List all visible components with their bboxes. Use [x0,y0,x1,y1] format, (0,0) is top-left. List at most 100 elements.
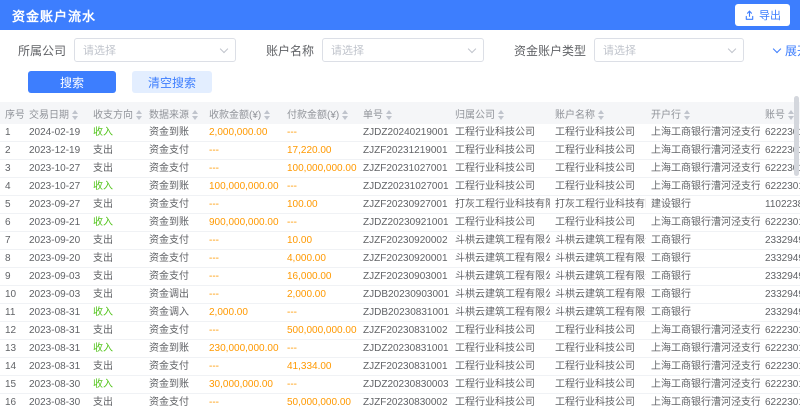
table-row[interactable]: 42023-10-27收入资金到账100,000,000.00---ZJDZ20… [0,178,800,196]
cell-company: 工程行业科技公司 [450,340,550,358]
cell-no: 2 [0,142,24,160]
cell-order_no: ZJZF20230920002 [358,232,450,250]
company-select[interactable]: 请选择 [74,38,236,62]
col-amount_out[interactable]: 付款金额(¥) [282,102,358,124]
cell-no: 10 [0,286,24,304]
cell-source: 资金到账 [144,376,204,394]
expand-filters-link[interactable]: 展开筛选 [774,42,800,59]
cell-order_no: ZJZF20231219001 [358,142,450,160]
cell-direction: 支出 [88,232,144,250]
col-company[interactable]: 归属公司 [450,102,550,124]
cell-company: 斗栱云建筑工程有限公司 [450,268,550,286]
account-type-select-placeholder: 请选择 [603,42,636,58]
table-row[interactable]: 52023-09-27支出资金支付---100.00ZJZF2023092700… [0,196,800,214]
cell-amount_out: 500,000,000.00 [282,322,358,340]
cell-order_no: ZJZF20230830002 [358,394,450,409]
cell-source: 资金到账 [144,178,204,196]
sort-icon[interactable] [192,110,198,120]
cell-direction: 支出 [88,142,144,160]
clear-search-button[interactable]: 清空搜索 [132,71,212,93]
topbar: 资金账户流水 导出 [0,0,800,30]
col-date[interactable]: 交易日期 [24,102,88,124]
col-account_name[interactable]: 账户名称 [550,102,646,124]
cell-amount_out: --- [282,178,358,196]
cell-order_no: ZJDZ20240219001 [358,124,450,142]
col-amount_in[interactable]: 收款金额(¥) [204,102,282,124]
company-filter-label: 所属公司 [18,42,66,59]
sort-icon[interactable] [598,110,604,120]
cell-amount_out: 4,000.00 [282,250,358,268]
cell-no: 9 [0,268,24,286]
table-row[interactable]: 122023-08-31支出资金支付---500,000,000.00ZJZF2… [0,322,800,340]
cell-amount_out: 10.00 [282,232,358,250]
table-row[interactable]: 32023-10-27支出资金支付---100,000,000.00ZJZF20… [0,160,800,178]
cell-account_name: 斗栱云建筑工程有限公司 [550,232,646,250]
cell-company: 斗栱云建筑工程有限公司 [450,304,550,322]
cell-amount_in: --- [204,196,282,214]
table-row[interactable]: 92023-09-03支出资金支付---16,000.00ZJZF2023090… [0,268,800,286]
cell-company: 工程行业科技公司 [450,358,550,376]
table-row[interactable]: 72023-09-20支出资金支付---10.00ZJZF20230920002… [0,232,800,250]
cell-date: 2023-08-31 [24,358,88,376]
cell-date: 2023-08-30 [24,376,88,394]
col-order_no[interactable]: 单号 [358,102,450,124]
account-type-filter-label: 资金账户类型 [514,42,586,59]
sort-icon[interactable] [386,110,392,120]
cell-order_no: ZJZF20231027001 [358,160,450,178]
account-select[interactable]: 请选择 [322,38,484,62]
account-type-select[interactable]: 请选择 [594,38,744,62]
cell-direction: 收入 [88,214,144,232]
cell-amount_in: --- [204,268,282,286]
column-label: 归属公司 [455,110,495,121]
cell-date: 2023-08-31 [24,304,88,322]
cell-bank: 建设银行 [646,196,760,214]
cell-amount_out: 2,000.00 [282,286,358,304]
cell-account_name: 工程行业科技公司 [550,394,646,409]
table-row[interactable]: 162023-08-30支出资金支付---50,000,000.00ZJZF20… [0,394,800,409]
table-row[interactable]: 112023-08-31收入资金调入2,000.00---ZJDB2023083… [0,304,800,322]
sort-icon[interactable] [136,110,142,120]
table-row[interactable]: 152023-08-30收入资金到账30,000,000.00---ZJDZ20… [0,376,800,394]
table-row[interactable]: 62023-09-21收入资金到账900,000,000.00---ZJDZ20… [0,214,800,232]
table-row[interactable]: 82023-09-20支出资金支付---4,000.00ZJZF20230920… [0,250,800,268]
col-direction[interactable]: 收支方向 [88,102,144,124]
cell-bank: 上海工商银行漕河泾支行 [646,358,760,376]
cell-bank: 工商银行 [646,268,760,286]
cell-bank: 上海工商银行漕河泾支行 [646,214,760,232]
export-icon [744,10,755,21]
sort-icon[interactable] [342,110,348,120]
cell-account_name: 工程行业科技公司 [550,124,646,142]
cell-source: 资金支付 [144,142,204,160]
cell-bank: 上海工商银行漕河泾支行 [646,160,760,178]
table-row[interactable]: 142023-08-31支出资金支付---41,334.00ZJZF202308… [0,358,800,376]
cell-source: 资金到账 [144,124,204,142]
cell-amount_in: 100,000,000.00 [204,178,282,196]
cell-no: 11 [0,304,24,322]
sort-icon[interactable] [498,110,504,120]
cell-source: 资金调入 [144,304,204,322]
table-row[interactable]: 12024-02-19收入资金到账2,000,000.00---ZJDZ2024… [0,124,800,142]
cell-bank: 上海工商银行漕河泾支行 [646,340,760,358]
cell-amount_in: 30,000,000.00 [204,376,282,394]
search-button[interactable]: 搜索 [28,71,116,93]
col-bank[interactable]: 开户行 [646,102,760,124]
cell-amount_out: --- [282,340,358,358]
cell-no: 14 [0,358,24,376]
action-bar: 搜索 清空搜索 [28,71,800,93]
cell-account_name: 工程行业科技公司 [550,178,646,196]
sort-icon[interactable] [264,110,270,120]
cell-amount_in: --- [204,322,282,340]
cell-bank: 工商银行 [646,304,760,322]
table-row[interactable]: 22023-12-19支出资金支付---17,220.00ZJZF2023121… [0,142,800,160]
table-row[interactable]: 102023-09-03支出资金调出---2,000.00ZJDB2023090… [0,286,800,304]
sort-icon[interactable] [684,110,690,120]
table-row[interactable]: 132023-08-31收入资金到账230,000,000.00---ZJDZ2… [0,340,800,358]
cell-amount_out: --- [282,376,358,394]
col-source[interactable]: 数据来源 [144,102,204,124]
scrollbar-thumb[interactable] [794,96,799,176]
cell-amount_in: 900,000,000.00 [204,214,282,232]
export-button[interactable]: 导出 [735,4,790,26]
vertical-scrollbar[interactable] [794,96,799,407]
cell-date: 2023-10-27 [24,160,88,178]
sort-icon[interactable] [72,110,78,120]
